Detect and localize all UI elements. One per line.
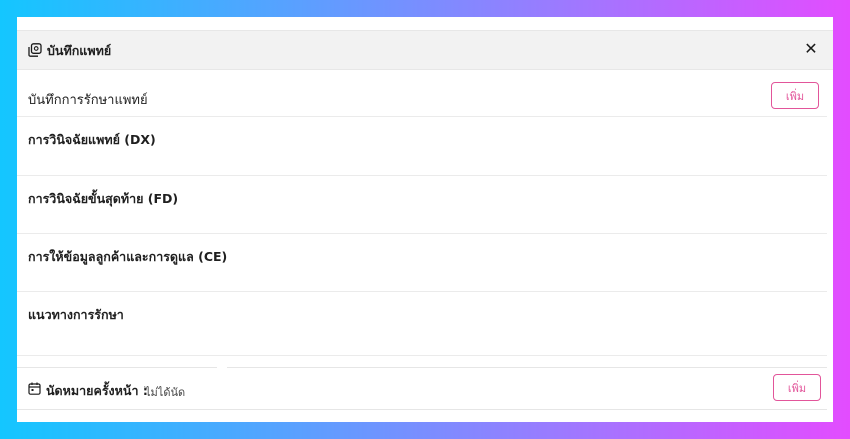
next-appointment-label: นัดหมายครั้งหน้า : [46,383,148,398]
add-appointment-button[interactable]: เพิ่ม [773,374,821,401]
panel-header: บันทึกแพทย์ ✕ [17,30,833,70]
section-title: การวินิจฉัยแพทย์ (DX) [28,132,156,147]
divider [17,409,827,410]
divider [17,116,827,117]
copy-icon [28,43,42,57]
doctor-notes-panel: บันทึกแพทย์ ✕ บันทึกการรักษาแพทย์ เพิ่ม … [17,17,833,422]
divider [17,175,827,176]
section-title: การวินิจฉัยขั้นสุดท้าย (FD) [28,191,179,206]
section-title: การให้ข้อมูลลูกค้าและการดูแล (CE) [28,249,228,264]
divider [227,367,827,368]
close-icon[interactable]: ✕ [802,40,820,58]
divider [17,233,827,234]
add-treatment-record-button[interactable]: เพิ่ม [771,82,819,109]
treatment-record-title: บันทึกการรักษาแพทย์ [28,93,148,108]
next-appointment-value: ไม่ได้นัด [145,386,186,399]
section-title: แนวทางการรักษา [28,307,124,322]
divider [17,355,827,356]
divider [17,367,217,368]
calendar-icon [28,382,41,395]
divider [17,291,827,292]
panel-title: บันทึกแพทย์ [47,43,112,58]
